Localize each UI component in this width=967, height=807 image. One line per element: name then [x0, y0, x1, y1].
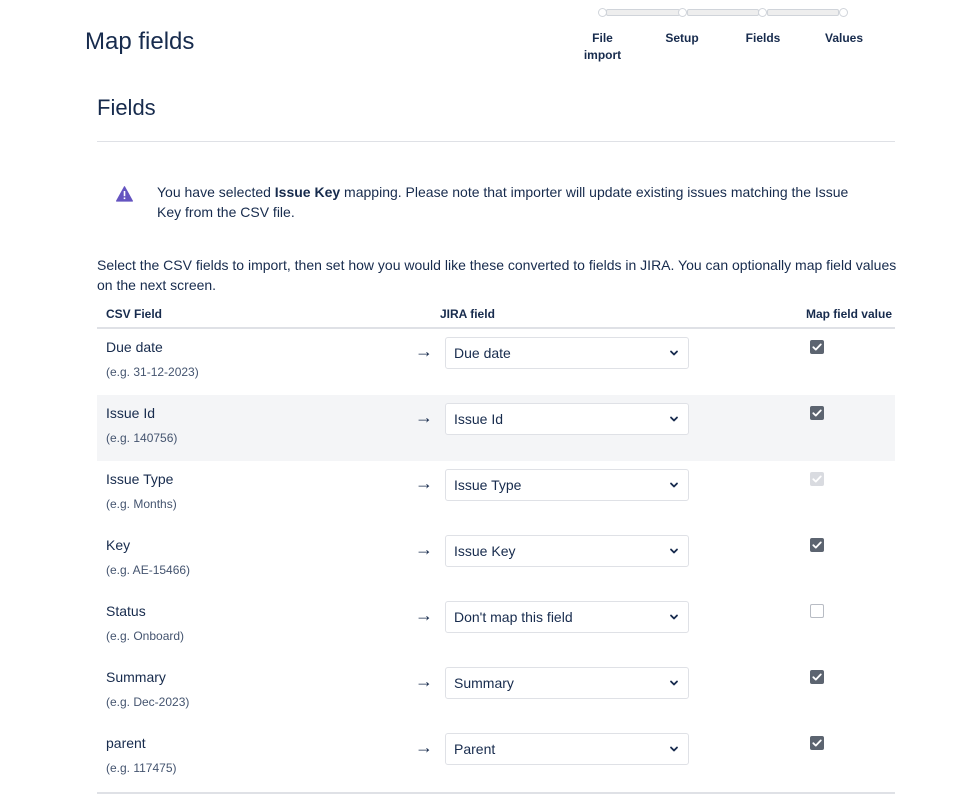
chevron-down-icon — [670, 680, 678, 686]
csv-field-name: Issue Type — [106, 471, 174, 487]
warning-text: You have selected Issue Key mapping. Ple… — [157, 182, 857, 222]
table-row: Status (e.g. Onboard) → Don't map this fiel… — [97, 593, 895, 659]
progress-dot — [598, 8, 607, 17]
header-csv-field: CSV Field — [106, 307, 163, 321]
map-field-value-checkbox[interactable] — [810, 340, 824, 354]
table-row: Issue Id (e.g. 140756) → Issue Id — [97, 395, 895, 461]
map-field-value-checkbox[interactable] — [810, 538, 824, 552]
progress-line — [606, 9, 680, 16]
jira-field-value: Parent — [454, 741, 496, 757]
jira-field-select[interactable]: Issue Key — [445, 535, 689, 567]
map-field-value-checkbox[interactable] — [810, 736, 824, 750]
section-title: Fields — [97, 95, 156, 120]
csv-field-name: Due date — [106, 339, 163, 355]
csv-field-name: Status — [106, 603, 146, 619]
jira-field-value: Issue Key — [454, 543, 516, 559]
jira-field-value: Don't map this field — [454, 609, 573, 625]
chevron-down-icon — [670, 482, 678, 488]
csv-field-example: (e.g. Months) — [106, 497, 177, 511]
jira-field-value: Summary — [454, 675, 514, 691]
chevron-down-icon — [670, 416, 678, 422]
chevron-down-icon — [670, 746, 678, 752]
csv-field-name: Summary — [106, 669, 166, 685]
csv-field-example: (e.g. 31-12-2023) — [106, 365, 199, 379]
field-table: Due date (e.g. 31-12-2023) → Due date Issue … — [97, 329, 895, 791]
csv-field-example: (e.g. 117475) — [106, 761, 177, 775]
chevron-down-icon — [670, 614, 678, 620]
jira-field-select[interactable]: Parent — [445, 733, 689, 765]
divider — [97, 792, 895, 794]
arrow-icon: → — [415, 605, 433, 625]
csv-field-example: (e.g. Onboard) — [106, 629, 185, 643]
header-map-field-value: Map field value — [805, 307, 892, 321]
divider — [97, 141, 895, 142]
page-title: Map fields — [85, 28, 195, 55]
jira-field-value: Due date — [454, 345, 511, 361]
progress-line — [767, 9, 839, 16]
csv-field-name: Issue Id — [106, 405, 156, 421]
progress-line — [687, 9, 759, 16]
table-row: Key (e.g. AE-15466) → Issue Key — [97, 527, 895, 593]
arrow-icon: → — [415, 407, 433, 427]
arrow-icon: → — [415, 341, 433, 361]
chevron-down-icon — [670, 548, 678, 554]
progress-step-file-import: File import — [583, 31, 622, 62]
warning-prefix: You have selected — [157, 184, 275, 200]
jira-field-select[interactable]: Due date — [445, 337, 689, 369]
jira-field-select[interactable]: Summary — [445, 667, 689, 699]
map-field-value-checkbox[interactable] — [810, 604, 824, 618]
map-field-value-checkbox[interactable] — [810, 406, 824, 420]
map-field-value-checkbox[interactable] — [810, 670, 824, 684]
warning-message: You have selected Issue Key mapping. Ple… — [97, 172, 895, 232]
progress-step-fields: Fields — [745, 31, 781, 45]
progress-tracker: File import Setup Fields Values — [562, 6, 884, 66]
header-jira-field: JIRA field — [440, 307, 495, 321]
csv-field-example: (e.g. AE-15466) — [106, 563, 191, 577]
arrow-icon: → — [415, 737, 433, 757]
jira-field-select[interactable]: Issue Id — [445, 403, 689, 435]
arrow-icon: → — [415, 539, 433, 559]
progress-dot — [839, 8, 848, 17]
progress-step-setup: Setup — [665, 31, 699, 45]
arrow-icon: → — [415, 473, 433, 493]
table-row: Summary (e.g. Dec-2023) → Summary — [97, 659, 895, 725]
table-row: parent (e.g. 117475) → Parent — [97, 725, 895, 791]
table-row: Issue Type (e.g. Months) → Issue Type — [97, 461, 895, 527]
csv-field-example: (e.g. 140756) — [106, 431, 178, 445]
jira-field-select[interactable]: Issue Type — [445, 469, 689, 501]
arrow-icon: → — [415, 671, 433, 691]
progress-dot — [758, 8, 767, 17]
jira-field-value: Issue Type — [454, 477, 522, 493]
warning-bold: Issue Key — [274, 184, 341, 200]
table-row: Due date (e.g. 31-12-2023) → Due date — [97, 329, 895, 395]
csv-field-name: Key — [106, 537, 131, 553]
map-field-value-checkbox[interactable] — [810, 472, 824, 486]
jira-field-select[interactable]: Don't map this field — [445, 601, 689, 633]
table-header: CSV Field JIRA field Map field value — [97, 305, 895, 329]
csv-field-example: (e.g. Dec-2023) — [106, 695, 190, 709]
progress-step-values: Values — [824, 31, 864, 45]
intro-text: Select the CSV fields to import, then se… — [97, 257, 897, 293]
csv-field-name: parent — [106, 735, 146, 751]
jira-field-value: Issue Id — [454, 411, 504, 427]
progress-dot — [678, 8, 687, 17]
chevron-down-icon — [670, 350, 678, 356]
warning-icon — [116, 186, 133, 202]
